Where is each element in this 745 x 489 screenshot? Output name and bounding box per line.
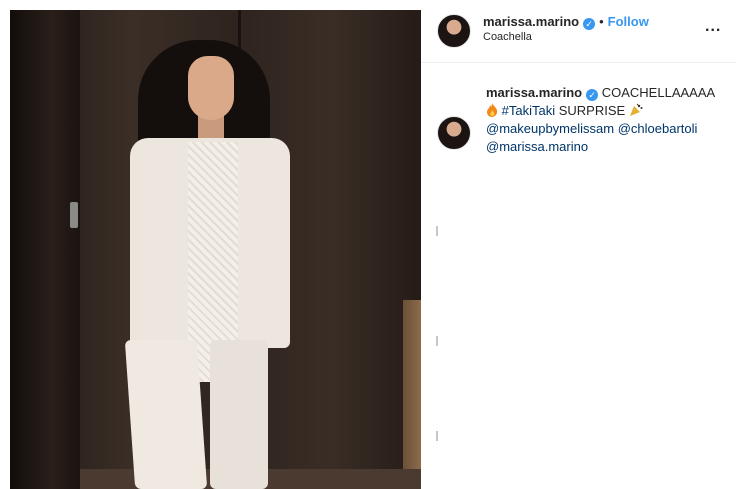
mention-link-makeupbymelissam[interactable]: @makeupbymelissam bbox=[486, 121, 614, 136]
follow-button[interactable]: Follow bbox=[608, 14, 649, 29]
caption-text-1: COACHELLAAAAA bbox=[601, 85, 716, 100]
fire-emoji-icon bbox=[486, 103, 498, 117]
caption-avatar[interactable] bbox=[437, 116, 471, 150]
subject-pants-right bbox=[210, 340, 268, 489]
caption-username[interactable]: marissa.marino bbox=[486, 85, 582, 100]
subject-face bbox=[188, 56, 234, 120]
more-options-icon[interactable]: ... bbox=[705, 18, 721, 36]
caption-text-2: SURPRISE bbox=[558, 103, 626, 118]
follow-separator: • bbox=[599, 14, 604, 29]
hashtag-link[interactable]: #TakiTaki bbox=[502, 103, 555, 118]
mention-link-marissa-marino[interactable]: @marissa.marino bbox=[486, 139, 588, 154]
post-header: marissa.marino ✓ • Follow bbox=[483, 13, 649, 31]
mention-link-chloebartoli[interactable]: @chloebartoli bbox=[618, 121, 698, 136]
author-avatar[interactable] bbox=[437, 14, 471, 48]
post-location[interactable]: Coachella bbox=[483, 31, 532, 43]
panel-scroll-marker bbox=[436, 226, 438, 236]
panel-scroll-marker bbox=[436, 336, 438, 346]
panel-scroll-marker bbox=[436, 431, 438, 441]
author-username[interactable]: marissa.marino bbox=[483, 14, 579, 29]
post-caption: marissa.marino ✓ COACHELLAAAAA #TakiTaki … bbox=[486, 84, 716, 156]
photo-subject bbox=[10, 10, 421, 489]
post-side-panel bbox=[421, 10, 736, 489]
verified-badge-icon: ✓ bbox=[583, 18, 596, 30]
party-popper-emoji-icon bbox=[629, 103, 643, 117]
header-divider bbox=[421, 62, 736, 63]
post-photo[interactable] bbox=[10, 10, 421, 489]
caption-verified-badge-icon: ✓ bbox=[586, 89, 599, 101]
subject-pants-left bbox=[124, 340, 208, 489]
